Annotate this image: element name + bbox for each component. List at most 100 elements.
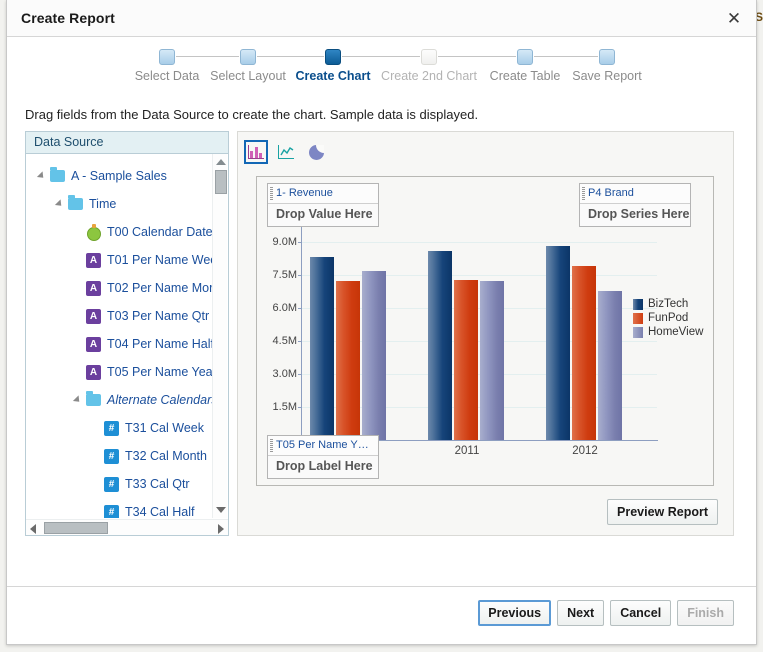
stepper-step-create-2nd-chart: Create 2nd Chart [375, 49, 483, 83]
scroll-left-icon[interactable] [30, 524, 36, 534]
legend-item[interactable]: HomeView [633, 325, 703, 339]
dropzone-series-hint[interactable]: Drop Series Here [580, 204, 690, 226]
date-icon [86, 223, 101, 241]
measure-icon: # [104, 476, 119, 492]
stepper-dot-icon [421, 49, 437, 65]
x-axis-tick-label: 2011 [454, 445, 480, 457]
data-source-panel: Data Source A - Sample Sales Time T00 Cale… [25, 131, 229, 536]
tree-item[interactable]: # T32 Cal Month [26, 442, 228, 470]
chart-legend: BizTech FunPod HomeView [633, 297, 703, 339]
scroll-right-icon[interactable] [218, 524, 224, 534]
bar-funpod-2011[interactable] [454, 279, 478, 440]
instruction-text: Drag fields from the Data Source to crea… [25, 107, 479, 122]
dropzone-label[interactable]: T05 Per Name Y… Drop Label Here [267, 435, 379, 479]
tree-item[interactable]: Alternate Calendars [26, 386, 228, 414]
measure-icon: # [104, 504, 119, 518]
tree-item[interactable]: # T33 Cal Qtr [26, 470, 228, 498]
next-button[interactable]: Next [557, 600, 605, 626]
finish-button: Finish [677, 600, 734, 626]
expand-twisty-icon[interactable] [72, 395, 86, 405]
dropzone-value-hint[interactable]: Drop Value Here [268, 204, 378, 226]
data-source-horizontal-scrollbar[interactable] [26, 519, 228, 535]
screen: S Create Report ✕ Select Data Select Layo… [0, 0, 763, 652]
wizard-stepper: Select Data Select Layout Create Chart Crea… [7, 43, 756, 101]
tree-item-label: A - Sample Sales [71, 169, 167, 183]
stepper-step-label: Create Chart [295, 69, 371, 83]
chart-plot-area [302, 226, 657, 440]
bar-funpod-2010[interactable] [336, 280, 360, 440]
expand-twisty-icon[interactable] [36, 171, 50, 181]
create-report-dialog: Create Report ✕ Select Data Select Layout… [6, 0, 757, 645]
y-axis-tick-label: 7.5M [272, 269, 297, 282]
chart-type-toolbar [244, 140, 328, 164]
y-axis-tick-label: 1.5M [272, 401, 297, 414]
tree-item[interactable]: A - Sample Sales [26, 162, 228, 190]
measure-icon: # [104, 448, 119, 464]
legend-swatch [633, 312, 643, 324]
horizontal-scroll-thumb[interactable] [44, 522, 108, 534]
stepper-dot-icon [159, 49, 175, 65]
tree-item-label: T31 Cal Week [125, 421, 204, 435]
bar-chart-icon[interactable] [244, 140, 268, 164]
legend-swatch [633, 326, 643, 338]
tree-item[interactable]: A T05 Per Name Yea [26, 358, 228, 386]
data-source-header: Data Source [26, 132, 228, 154]
tree-item[interactable]: Time [26, 190, 228, 218]
tree-item[interactable]: # T34 Cal Half [26, 498, 228, 518]
data-source-vertical-scrollbar[interactable] [212, 154, 227, 518]
tree-item[interactable]: A T04 Per Name Half [26, 330, 228, 358]
folder-icon [50, 167, 65, 182]
tree-item[interactable]: A T03 Per Name Qtr [26, 302, 228, 330]
dropzone-label-field[interactable]: T05 Per Name Y… [268, 436, 378, 456]
tree-item-label: T05 Per Name Yea [107, 365, 213, 379]
vertical-scroll-thumb[interactable] [215, 170, 227, 194]
bar-funpod-2012[interactable] [572, 265, 596, 440]
bar-homeview-2011[interactable] [480, 280, 504, 440]
tree-item[interactable]: A T01 Per Name Wee [26, 246, 228, 274]
expand-twisty-icon[interactable] [54, 199, 68, 209]
attribute-icon: A [86, 252, 101, 268]
cancel-button[interactable]: Cancel [610, 600, 672, 626]
stepper-dot-icon [599, 49, 615, 65]
tree-item[interactable]: A T02 Per Name Mor [26, 274, 228, 302]
scroll-up-icon[interactable] [216, 159, 226, 165]
tree-item-label: T03 Per Name Qtr [107, 309, 210, 323]
bar-homeview-2012[interactable] [598, 290, 622, 440]
y-axis-tick-label: 3.0M [272, 368, 297, 381]
stepper-dot-icon [325, 49, 341, 65]
chart-canvas[interactable]: 9.0M7.5M6.0M4.5M3.0M1.5M 201020112012 Bi… [256, 176, 714, 486]
stepper-dot-icon [240, 49, 256, 65]
dialog-title: Create Report [21, 10, 115, 26]
stepper-step-save-report[interactable]: Save Report [553, 49, 661, 83]
dropzone-value-field[interactable]: 1- Revenue [268, 184, 378, 204]
dropzone-series-field[interactable]: P4 Brand [580, 184, 690, 204]
stepper-step-create-chart[interactable]: Create Chart [279, 49, 387, 83]
bar-biztech-2012[interactable] [546, 245, 570, 440]
dropzone-series[interactable]: P4 Brand Drop Series Here [579, 183, 691, 227]
dropzone-label-hint[interactable]: Drop Label Here [268, 456, 378, 478]
stepper-step-label: Save Report [572, 69, 642, 83]
stepper-dot-icon [517, 49, 533, 65]
y-axis-tick-label: 4.5M [272, 335, 297, 348]
scroll-down-icon[interactable] [216, 507, 226, 513]
tree-item[interactable]: # T31 Cal Week [26, 414, 228, 442]
x-axis-tick-label: 2012 [572, 445, 598, 457]
legend-item[interactable]: FunPod [633, 311, 703, 325]
tree-item-label: T02 Per Name Mor [107, 281, 214, 295]
line-chart-icon[interactable] [274, 140, 298, 164]
tree-item-label: T00 Calendar Date [107, 225, 213, 239]
previous-button[interactable]: Previous [478, 600, 552, 626]
preview-report-button[interactable]: Preview Report [607, 499, 719, 525]
bar-biztech-2010[interactable] [310, 256, 334, 440]
bar-biztech-2011[interactable] [428, 251, 452, 440]
close-icon[interactable]: ✕ [722, 7, 746, 31]
tree-item[interactable]: T00 Calendar Date [26, 218, 228, 246]
pie-chart-icon[interactable] [304, 140, 328, 164]
tree-item-label: T33 Cal Qtr [125, 477, 190, 491]
dialog-titlebar: Create Report ✕ [7, 0, 756, 37]
legend-item[interactable]: BizTech [633, 297, 703, 311]
legend-swatch [633, 298, 643, 310]
bar-homeview-2010[interactable] [362, 271, 386, 440]
stepper-step-label: Create 2nd Chart [381, 69, 477, 83]
dropzone-value[interactable]: 1- Revenue Drop Value Here [267, 183, 379, 227]
